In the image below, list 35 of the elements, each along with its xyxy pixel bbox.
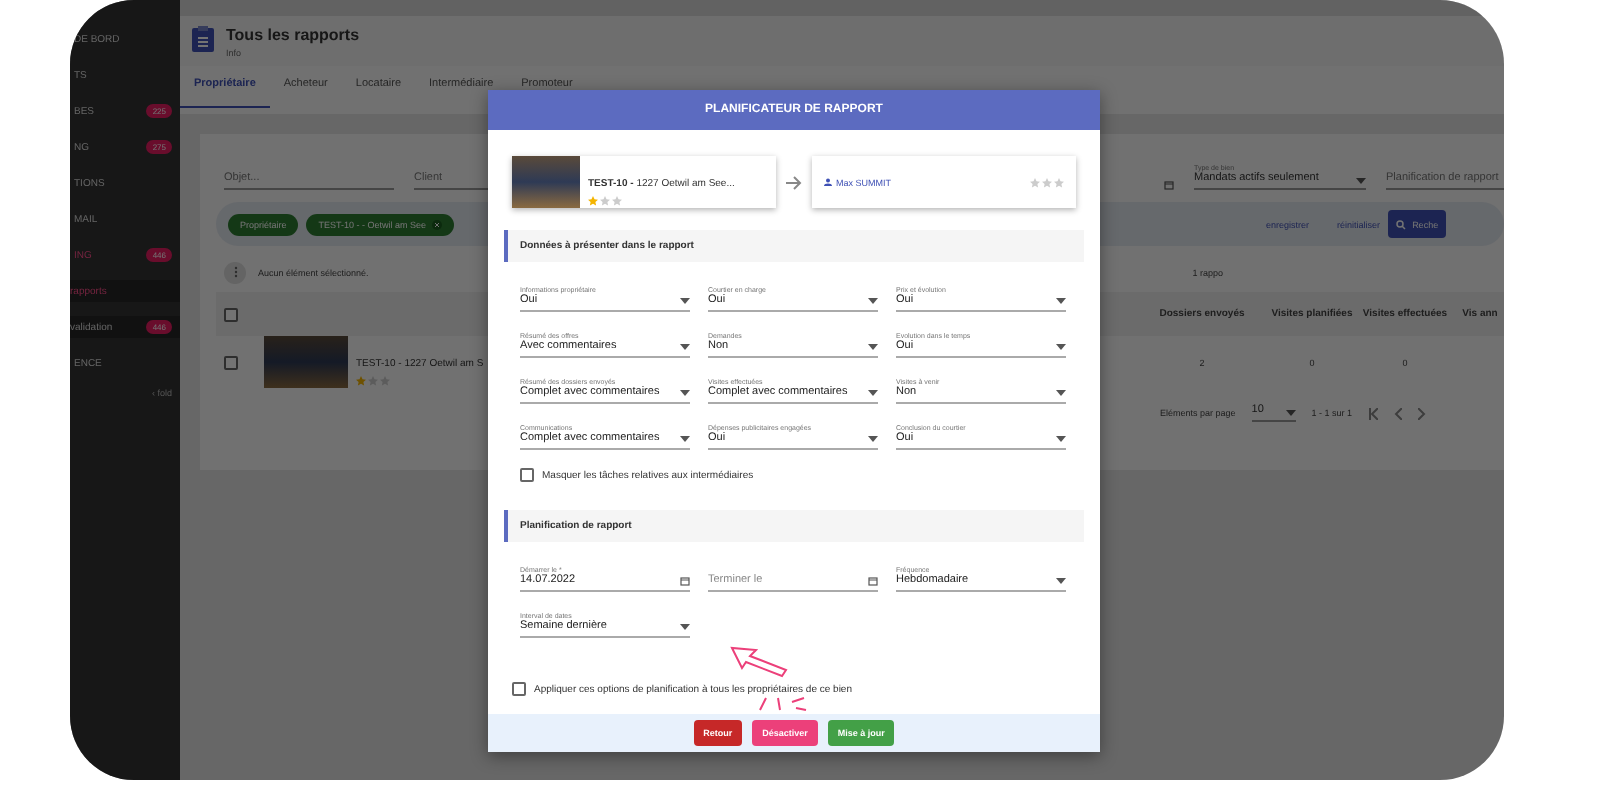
caret-icon [1056, 435, 1066, 441]
checkbox[interactable] [224, 355, 238, 369]
more-icon[interactable] [224, 261, 246, 283]
caret-icon [868, 343, 878, 349]
search-icon [1396, 219, 1407, 229]
checkbox[interactable] [224, 307, 238, 321]
burst-marks-drawing [756, 696, 808, 712]
caret-icon [868, 297, 878, 303]
previous-page-icon[interactable] [1394, 407, 1403, 419]
calendar-icon [680, 575, 690, 585]
caret-icon [680, 623, 690, 629]
annotation-arrow-drawing [730, 646, 790, 678]
caret-icon [1285, 410, 1296, 416]
caret-icon [1056, 297, 1066, 303]
photo-placeholder [264, 336, 348, 388]
close-icon[interactable] [432, 219, 443, 229]
caret-icon [868, 389, 878, 395]
caret-icon [1056, 343, 1066, 349]
arrow-icon [786, 175, 802, 189]
caret-icon [680, 435, 690, 441]
caret-icon [680, 343, 690, 349]
photo-placeholder [512, 156, 580, 208]
caret-icon [680, 297, 690, 303]
caret-icon [868, 435, 878, 441]
calendar-icon [868, 575, 878, 585]
caret-icon [1356, 178, 1366, 184]
person-icon [824, 178, 832, 186]
calendar-icon [1164, 180, 1174, 190]
caret-icon [1056, 577, 1066, 583]
page-title: Tous les rapports [226, 26, 360, 44]
clipboard-icon [192, 26, 214, 52]
caret-icon [680, 389, 690, 395]
caret-icon [1056, 389, 1066, 395]
first-page-icon[interactable] [1368, 407, 1379, 419]
next-page-icon[interactable] [1418, 407, 1427, 419]
